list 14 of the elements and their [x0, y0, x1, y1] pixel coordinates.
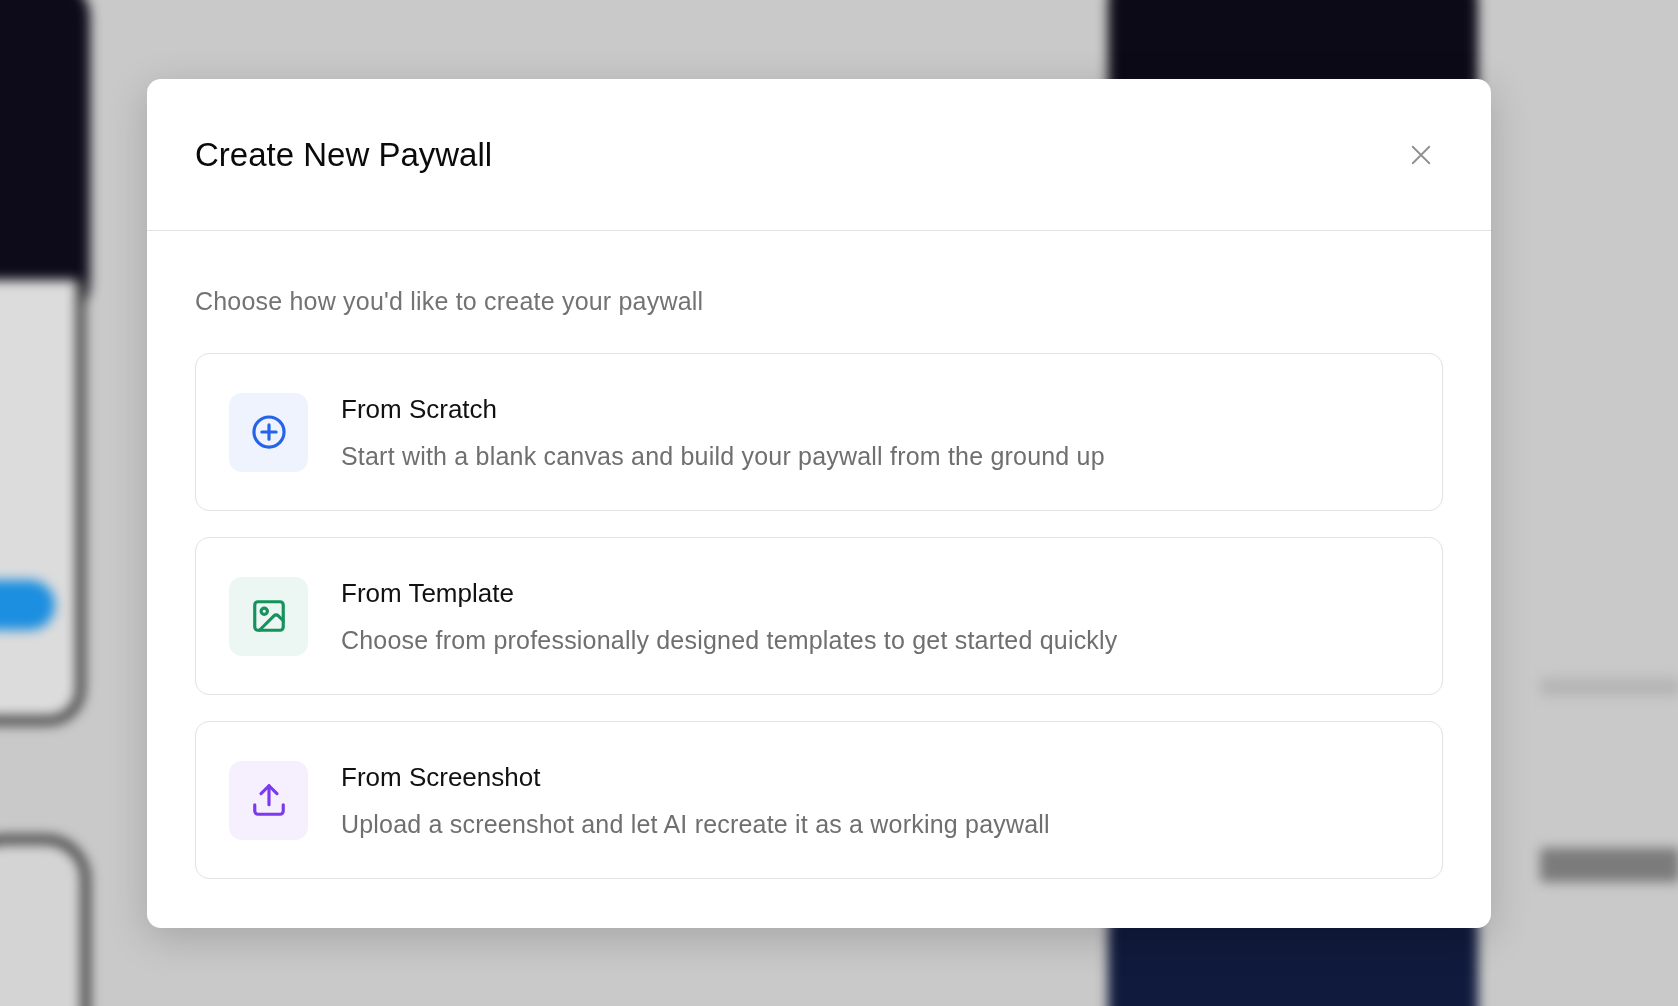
dialog-subtitle: Choose how you'd like to create your paywall [195, 286, 705, 317]
option-title: From Scratch [341, 393, 499, 426]
upload-icon [229, 760, 308, 840]
close-icon [1410, 143, 1432, 166]
option-card[interactable]: From Scratch Start with a blank canvas and build your paywall from the ground up [195, 353, 1443, 511]
dialog-title: Create New Paywall [195, 134, 493, 175]
option-description: Choose from professionally designed templates to get started quickly [341, 625, 1118, 656]
option-description: Upload a screenshot and let AI recreate it as a working paywall [341, 809, 1050, 840]
option-card[interactable]: From Template Choose from professionally designed templates to get started quickly [195, 537, 1443, 695]
option-card[interactable]: From Screenshot Upload a screenshot and let AI recreate it as a working paywall [195, 721, 1443, 879]
image-icon [229, 576, 308, 656]
option-description: Start with a blank canvas and build your paywall from the ground up [341, 441, 1105, 472]
option-title: From Screenshot [341, 761, 542, 794]
option-title: From Template [341, 577, 515, 610]
